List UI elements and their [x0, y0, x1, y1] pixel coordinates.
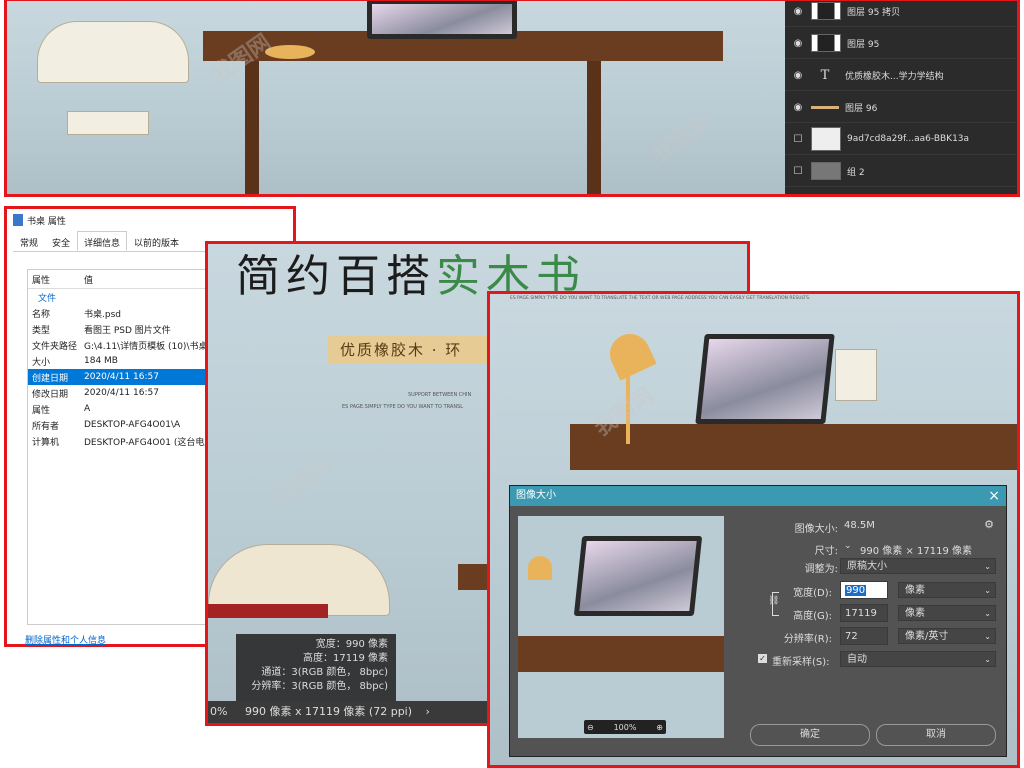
remove-properties-link[interactable]: 删除属性和个人信息 — [25, 633, 106, 646]
fit-to-select[interactable]: 原稿大小 ⌄ — [840, 558, 996, 574]
eye-icon[interactable]: ◉ — [785, 70, 811, 81]
dialog-title: 图像大小 — [510, 486, 1006, 506]
dimensions-dropdown-icon[interactable]: ⌄ — [844, 541, 852, 551]
ok-button[interactable]: 确定 — [750, 724, 870, 746]
laptop — [573, 536, 703, 616]
layer-name: 图层 95 — [847, 39, 880, 50]
layer-name: 组 2 — [847, 167, 865, 178]
layer-row[interactable]: ◉ 图层 95 拷贝 — [785, 1, 1017, 27]
layer-row[interactable]: ◉ 图层 95 — [785, 28, 1017, 59]
layer-name: 图层 96 — [845, 103, 878, 114]
info-width: 宽度：990 像素 — [315, 639, 388, 650]
layer-name: 9ad7cd8a29f...aa6-BBK13a — [847, 134, 970, 144]
chevron-down-icon: ⌄ — [984, 586, 991, 595]
hidden-eye-icon[interactable]: ☐ — [785, 134, 811, 145]
desk-top — [570, 424, 1017, 470]
window-titlebar: 书桌 属性 — [7, 209, 293, 231]
layers-panel: ◉ 图层 95 拷贝 ◉ 图层 95 ◉ T 优质橡胶木...学力学结构 ◉ 图… — [785, 1, 1017, 194]
tab-previous-versions[interactable]: 以前的版本 — [127, 231, 186, 251]
laptop — [367, 1, 517, 39]
resolution-input[interactable]: 72 — [840, 627, 888, 645]
image-preview[interactable]: ⊖ 100% ⊕ — [518, 516, 724, 738]
resolution-unit-select[interactable]: 像素/英寸 ⌄ — [898, 628, 996, 644]
dimensions-label: 尺寸: — [814, 546, 838, 557]
resolution-label: 分辨率(R): — [783, 634, 832, 645]
english-caption: ES PAGE.SIMPLY TYPE DO YOU WANT TO TRANS… — [342, 404, 464, 410]
zoom-readout[interactable]: 0% — [208, 705, 227, 718]
text-layer-icon: T — [820, 67, 830, 83]
image-size-label: 图像大小: — [794, 524, 838, 535]
fit-to-label: 调整为: — [804, 564, 838, 575]
header-caption: ES PAGE.SIMPLY TYPE DO YOU WANT TO TRANS… — [510, 296, 811, 301]
layer-thumbnail — [811, 2, 841, 20]
layer-thumbnail — [811, 127, 841, 151]
desk-leg — [245, 61, 259, 194]
layer-name: 图层 95 拷贝 — [847, 7, 901, 18]
lamp — [528, 556, 552, 580]
resample-checkbox[interactable]: ✓ — [758, 654, 767, 663]
layer-row[interactable]: ◉ T 优质橡胶木...学力学结构 — [785, 60, 1017, 91]
eye-icon[interactable]: ◉ — [785, 102, 811, 113]
resample-label: 重新采样(S): — [772, 657, 830, 668]
chevron-down-icon: ⌄ — [984, 655, 991, 664]
eye-icon[interactable]: ◉ — [785, 38, 811, 49]
tab-security[interactable]: 安全 — [45, 231, 77, 251]
height-label: 高度(G): — [793, 611, 832, 622]
desk-lamp — [603, 327, 657, 381]
book-stack — [835, 349, 877, 401]
desk-top — [518, 636, 724, 672]
resample-select[interactable]: 自动 ⌄ — [840, 651, 996, 667]
book — [37, 21, 189, 83]
height-input[interactable]: 17119 — [840, 604, 888, 622]
info-channels: 通道：3(RGB 颜色， 8bpc) — [261, 667, 388, 678]
book — [67, 111, 149, 135]
tab-general[interactable]: 常规 — [13, 231, 45, 251]
width-input[interactable]: 990 — [840, 581, 888, 599]
desk-leg — [587, 61, 601, 194]
watermark: 我图网 — [268, 452, 337, 512]
width-label: 宽度(D): — [793, 588, 832, 599]
image-size-value: 48.5M — [844, 520, 875, 531]
laptop — [695, 334, 835, 424]
group-thumbnail — [811, 162, 841, 180]
layer-thumbnail — [811, 105, 839, 109]
image-size-dialog: 图像大小 × ⊖ 100% ⊕ 图像大小: 48.5M ⚙ 尺寸: ⌄ 990 … — [509, 485, 1007, 757]
info-resolution: 分辨率：3(RGB 颜色， 8bpc) — [251, 681, 388, 692]
zoom-out-icon[interactable]: ⊖ — [587, 723, 594, 732]
window-title: 书桌 属性 — [27, 216, 66, 227]
document-dimensions[interactable]: 990 像素 x 17119 像素 (72 ppi) — [231, 705, 412, 718]
zoom-in-icon[interactable]: ⊕ — [656, 723, 663, 732]
watermark: 我图网 — [647, 109, 716, 169]
chevron-down-icon: ⌄ — [984, 562, 991, 571]
preview-zoom-level: 100% — [613, 722, 637, 732]
top-screenshot: 我图网 我图网 ◉ 图层 95 拷贝 ◉ 图层 95 ◉ T 优质橡胶木...学… — [4, 0, 1020, 197]
lamp-stand — [626, 374, 630, 444]
column-header-property[interactable]: 属性 — [32, 273, 84, 286]
lamp-base — [265, 45, 315, 59]
column-header-value[interactable]: 值 — [84, 273, 93, 286]
layer-name: 优质橡胶木...学力学结构 — [845, 71, 944, 82]
dimensions-value: 990 像素 × 17119 像素 — [860, 546, 972, 557]
chevron-down-icon: ⌄ — [984, 609, 991, 618]
hidden-eye-icon[interactable]: ☐ — [785, 166, 811, 177]
layer-thumbnail — [811, 34, 841, 52]
status-menu-arrow-icon[interactable]: › — [416, 705, 430, 718]
close-icon[interactable]: × — [988, 488, 1000, 504]
layer-row[interactable]: ☐ 组 2 — [785, 156, 1017, 187]
cancel-button[interactable]: 取消 — [876, 724, 996, 746]
height-unit-select[interactable]: 像素 ⌄ — [898, 605, 996, 621]
red-book — [208, 604, 328, 618]
width-unit-select[interactable]: 像素 ⌄ — [898, 582, 996, 598]
chevron-down-icon: ⌄ — [984, 632, 991, 641]
eye-icon[interactable]: ◉ — [785, 6, 811, 17]
info-height: 高度：17119 像素 — [303, 653, 388, 664]
preview-zoom-control: ⊖ 100% ⊕ — [584, 720, 666, 734]
layer-row[interactable]: ◉ 图层 96 — [785, 92, 1017, 123]
support-text: SUPPORT BETWEEN CHIN — [408, 392, 472, 398]
settings-gear-icon[interactable]: ⚙ — [984, 518, 994, 531]
file-icon — [13, 214, 23, 226]
tab-details[interactable]: 详细信息 — [77, 231, 128, 251]
layer-row[interactable]: ☐ 9ad7cd8a29f...aa6-BBK13a — [785, 124, 1017, 155]
